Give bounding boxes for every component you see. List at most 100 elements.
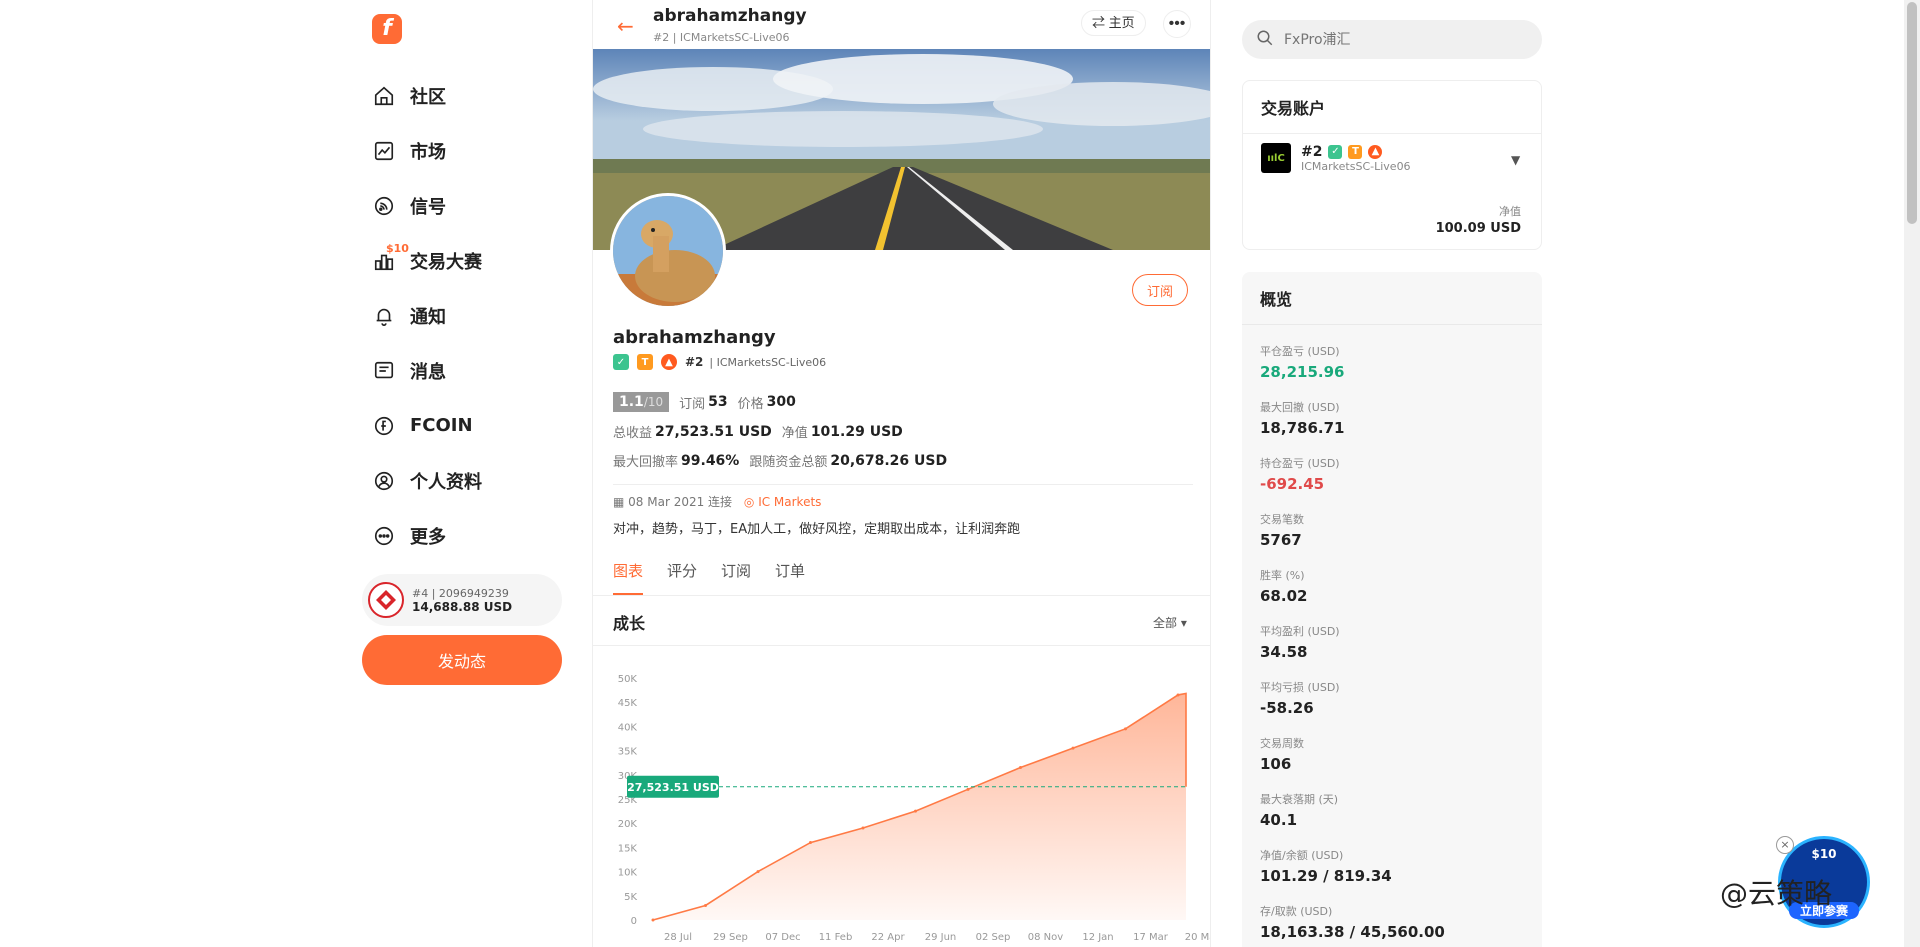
trading-account-title: 交易账户 [1243,81,1541,134]
nav-item-community[interactable]: 社区 [372,68,562,123]
growth-title: 成长 [613,614,646,633]
overview-item-value: 101.29 / 819.34 [1260,867,1392,885]
watermark: @云策略 [1720,872,1832,912]
rating-badge: 1.1/10 [613,392,670,412]
nav-label: 市场 [410,141,446,163]
growth-chart[interactable]: 05K10K15K20K25K30K35K40K45K50K28 Jul 29 S… [593,660,1211,947]
right-column: 交易账户 ıılC #2 ✓ T ▲ ICMarketsSC-Live06 ▼ … [1242,0,1542,947]
promo-top-text: $10 [1811,847,1837,861]
subscribe-button[interactable]: 订阅 [1132,274,1189,306]
x-tick-label: 22 Apr [871,932,905,943]
tab-rating[interactable]: 评分 [667,560,697,595]
overview-item-value: 40.1 [1260,811,1298,829]
close-icon[interactable]: × [1776,836,1794,854]
nav-item-market[interactable]: 市场 [372,123,562,178]
equity-label: 净值 [781,426,808,441]
total-profit-label: 总收益 [613,426,653,441]
contest-badge: $10 [386,242,409,255]
overview-item-label: 最大衰落期 (天) [1260,793,1339,806]
y-tick-label: 20K [618,819,638,830]
tab-chart[interactable]: 图表 [613,560,644,595]
overview-item-label: 胜率 (%) [1260,569,1305,582]
data-point [704,903,707,907]
pk-flame-icon: ▲ [661,354,677,370]
nav-label: 更多 [410,526,446,548]
broker-link[interactable]: IC Markets [758,495,821,509]
overview-item-value: 34.58 [1260,643,1308,661]
nav-item-notifications[interactable]: 通知 [372,288,562,343]
scrollbar-thumb[interactable] [1907,2,1917,224]
y-tick-label: 5K [624,892,637,903]
divider [613,484,1193,485]
profile-stats: 1.1/10 订阅 53 价格 300 总收益 27,523.51 USD 净值 101… [613,392,957,480]
overview-item: 平仓盈亏 (USD) 28,215.96 [1260,343,1524,399]
tab-subscribe[interactable]: 订阅 [721,560,751,595]
overview-item-label: 交易笔数 [1260,513,1304,526]
nav-item-more[interactable]: 更多 [372,508,562,563]
nav-item-signals[interactable]: 信号 [372,178,562,233]
back-arrow-icon[interactable]: ← [617,14,634,38]
home-button[interactable]: ⇄ 主页 [1081,10,1146,36]
data-point [1176,693,1180,697]
overview-item: 净值/余额 (USD) 101.29 / 819.34 [1260,847,1524,903]
max-drawdown-label: 最大回撤率 [613,455,679,470]
signal-icon [372,194,396,218]
overview-item: 持仓盈亏 (USD) -692.45 [1260,455,1524,511]
x-tick-label: 07 Dec [765,932,800,943]
tab-orders[interactable]: 订单 [775,560,805,595]
main-nav: 社区 市场 信号 $10 交易大赛 通知 消息 FCOIN 个人资料 更多 [372,68,562,563]
overview-item-label: 平均盈利 (USD) [1260,625,1340,638]
range-dropdown[interactable]: 全部 ▾ [1153,614,1187,631]
topbar-server: ICMarketsSC-Live06 [679,31,790,44]
overview-item-value: 18,163.38 / 45,560.00 [1260,923,1445,941]
overview-item-value: 18,786.71 [1260,419,1345,437]
overview-item: 胜率 (%) 68.02 [1260,567,1524,623]
growth-divider [593,645,1210,646]
sidebar-account[interactable]: #4 | 2096949239 14,688.88 USD [362,574,562,626]
subs-value: 53 [708,394,728,410]
x-tick-label: 29 Jun [925,932,957,943]
nav-item-contest[interactable]: $10 交易大赛 [372,233,562,288]
user-avatar[interactable] [610,193,726,309]
data-point [1124,727,1127,731]
chevron-down-icon[interactable]: ▼ [1511,153,1520,167]
y-tick-label: 0 [631,916,637,927]
fcoin-icon [372,414,396,438]
overview-list: 平仓盈亏 (USD) 28,215.96 最大回撤 (USD) 18,786.71 持仓… [1242,325,1542,947]
overview-item-value: -692.45 [1260,475,1325,493]
chart-icon [372,139,396,163]
follow-funds-label: 跟随资金总额 [749,455,828,470]
account-balance: 14,688.88 USD [412,599,513,614]
since-text: 08 Mar 2021 连接 [628,495,733,509]
profile-tabs: 图表 评分 订阅 订单 [613,560,829,595]
more-options-button[interactable]: ••• [1163,10,1191,38]
data-point [756,870,760,874]
data-point [966,787,970,791]
x-tick-label: 28 Jul [664,932,692,943]
nav-item-profile[interactable]: 个人资料 [372,453,562,508]
profile-bio: 对冲，趋势，马丁，EA加人工，做好风控，定期取出成本，让利润奔跑 [613,522,1021,537]
rating-value: 1.1 [619,394,644,410]
nav-label: 交易大赛 [410,251,482,273]
nav-item-fcoin[interactable]: FCOIN [372,398,562,453]
overview-item: 交易笔数 5767 [1260,511,1524,567]
price-label: 价格 [737,396,764,412]
connected-since: ▦ 08 Mar 2021 连接 ◎ IC Markets [613,493,821,510]
page-scrollbar[interactable] [1904,0,1920,947]
overview-item-label: 净值/余额 (USD) [1260,849,1344,862]
search-box[interactable] [1242,20,1542,59]
account-card-rank: #2 [1301,143,1323,160]
message-icon [372,359,396,383]
follow-funds-value: 20,678.26 USD [830,452,948,469]
overview-item: 存/取款 (USD) 18,163.38 / 45,560.00 [1260,903,1524,947]
nav-label: FCOIN [410,415,473,436]
search-icon [1256,29,1274,51]
data-point [809,841,812,845]
data-point [1071,746,1075,750]
nav-item-messages[interactable]: 消息 [372,343,562,398]
x-tick-label: 11 Feb [819,932,853,943]
app-logo[interactable]: f [372,14,402,44]
search-input[interactable] [1284,31,1524,48]
post-button[interactable]: 发动态 [362,635,562,685]
account-selector[interactable]: ıılC #2 ✓ T ▲ ICMarketsSC-Live06 [1261,143,1411,173]
